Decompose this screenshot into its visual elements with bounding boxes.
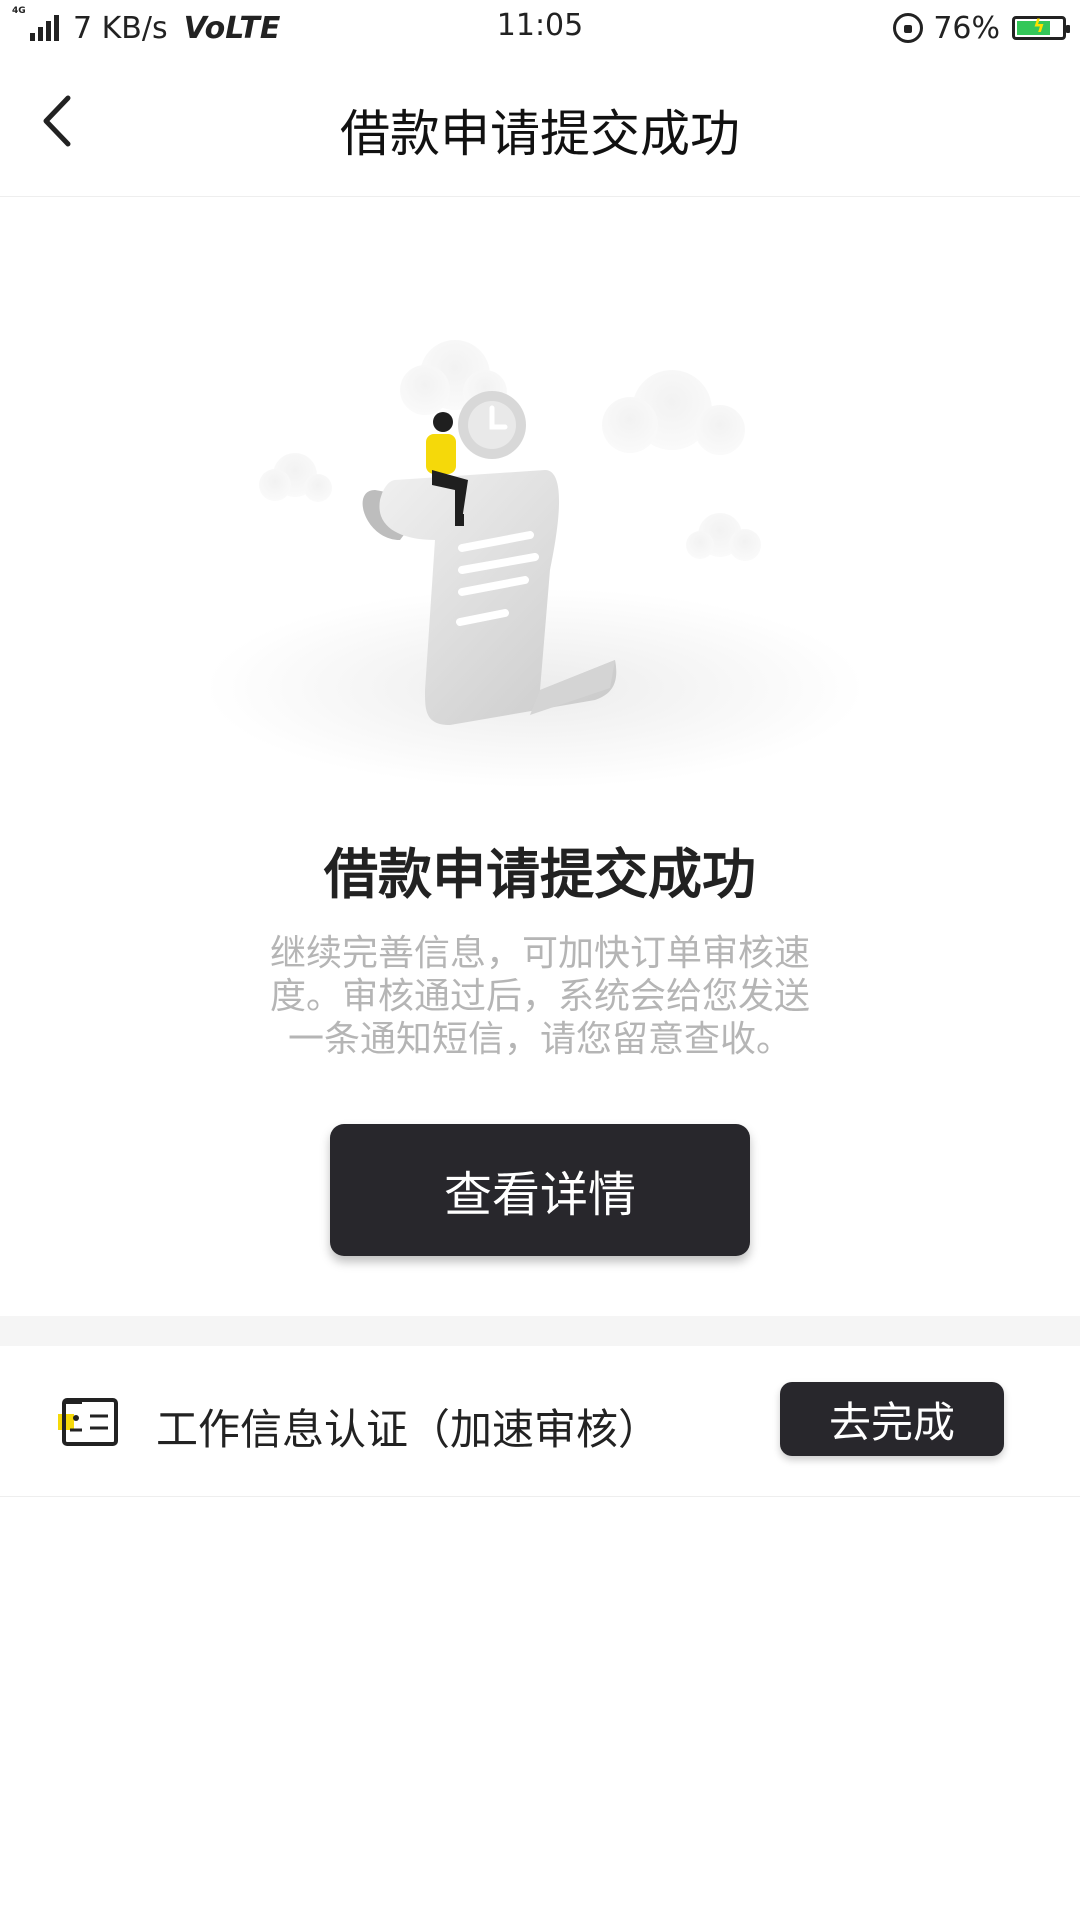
person-on-scroll-with-clock-illustration [200,330,880,810]
status-bar: 4G 7 KB/s VoLTE 11:05 76% ϟ [0,0,1080,56]
section-divider [0,1316,1080,1346]
success-description: 继续完善信息，可加快订单审核速度。审核通过后，系统会给您发送一条通知短信，请您留… [269,933,810,1060]
page-title: 借款申请提交成功 [340,105,740,163]
go-complete-button[interactable]: 去完成 [780,1382,1004,1456]
battery-percent: 76% [933,10,1000,46]
task-label: 工作信息认证（加速审核） [156,1405,661,1454]
charging-bolt-icon: ϟ [1033,16,1045,37]
rotation-lock-icon [893,13,924,43]
task-row: 工作信息认证（加速审核） 去完成 [0,1346,1080,1497]
battery-icon: ϟ [1012,16,1070,40]
nav-bar: 借款申请提交成功 [0,56,1080,197]
view-details-button[interactable]: 查看详情 [330,1124,750,1256]
success-title: 借款申请提交成功 [324,843,756,906]
id-card-icon [58,1398,118,1446]
status-right: 76% ϟ [893,8,1070,48]
